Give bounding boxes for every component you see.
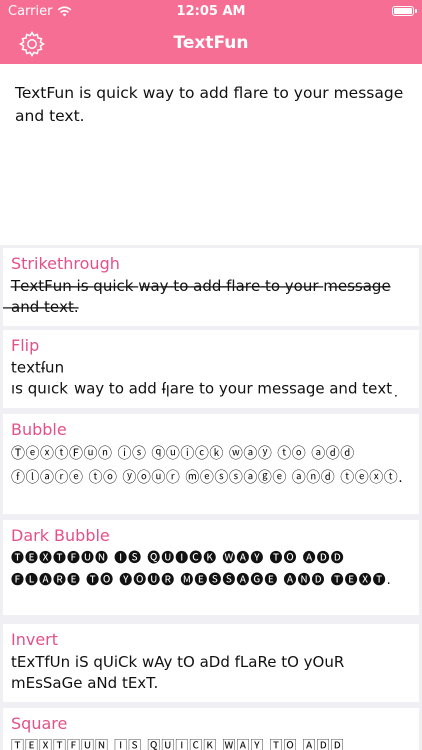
style-result: 🅃🄴🅇🅃🄵🅄🄽 🄸🅂 🅀🅄🄸🄲🄺 🅆🄰🅈 🅃🄾 🄰🄳🄳: [11, 739, 345, 750]
style-result: ⓉⓔⓧⓣⒻⓤⓝ ⓘⓢ ⓠⓤⓘⓒⓚ ⓦⓐⓨ ⓣⓞ ⓐⓓⓓ ⓕⓛⓐⓡⓔ ⓣⓞ ⓨⓞⓤ…: [11, 446, 404, 486]
style-label: Flip: [11, 336, 40, 355]
style-card-invert[interactable]: Invert tExTfUn iS qUiCk wAy tO aDd fLaRe…: [3, 624, 419, 702]
style-result: T̶e̶x̶t̶F̶u̶n̶ ̶i̶s̶ ̶q̶u̶i̶c̶k̶ ̶w̶a̶y̶…: [11, 277, 391, 316]
style-label: Dark Bubble: [11, 526, 110, 545]
nav-bar: TextFun: [0, 24, 422, 64]
style-result: ˙ʇxǝʇ puɐ ǝɓɐssǝɯ ɹnoʎ oʇ ǝɹɐlɟ ppɐ oʇ ʎ…: [11, 360, 400, 399]
style-card-strikethrough[interactable]: Strikethrough T̶e̶x̶t̶F̶u̶n̶ ̶i̶s̶ ̶q̶u̶…: [3, 248, 419, 326]
battery-icon: [392, 6, 417, 16]
style-label: Invert: [11, 630, 59, 649]
style-result: tExTfUn iS qUiCk wAy tO aDd fLaRe tO yOu…: [11, 653, 345, 692]
style-card-bubble[interactable]: Bubble ⓉⓔⓧⓣⒻⓤⓝ ⓘⓢ ⓠⓤⓘⓒⓚ ⓦⓐⓨ ⓣⓞ ⓐⓓⓓ ⓕⓛⓐⓡⓔ…: [3, 414, 419, 514]
status-bar: Carrier 12:05 AM: [0, 0, 422, 24]
style-label: Bubble: [11, 420, 67, 439]
style-label: Strikethrough: [11, 254, 120, 273]
status-time: 12:05 AM: [176, 4, 246, 19]
style-card-flip[interactable]: Flip ˙ʇxǝʇ puɐ ǝɓɐssǝɯ ɹnoʎ oʇ ǝɹɐlɟ ppɐ…: [3, 330, 419, 408]
style-card-square[interactable]: Square 🅃🄴🅇🅃🄵🅄🄽 🄸🅂 🅀🅄🄸🄲🄺 🅆🄰🅈 🅃🄾 🄰🄳🄳: [3, 708, 419, 750]
style-card-dark-bubble[interactable]: Dark Bubble 🅣🅔🅧🅣🅕🅤🅝 🅘🅢 🅠🅤🅘🅒🅚 🅦🅐🅨 🅣🅞 🅐🅓🅓 …: [3, 520, 419, 615]
style-label: Square: [11, 714, 68, 733]
page-title: TextFun: [173, 33, 249, 53]
style-result: 🅣🅔🅧🅣🅕🅤🅝 🅘🅢 🅠🅤🅘🅒🅚 🅦🅐🅨 🅣🅞 🅐🅓🅓 🅕🅛🅐🅡🅔 🅣🅞 🅨🅞🅤…: [11, 551, 392, 588]
input-text-area[interactable]: TextFun is quick way to add flare to you…: [0, 64, 422, 245]
input-text[interactable]: TextFun is quick way to add flare to you…: [15, 84, 403, 125]
